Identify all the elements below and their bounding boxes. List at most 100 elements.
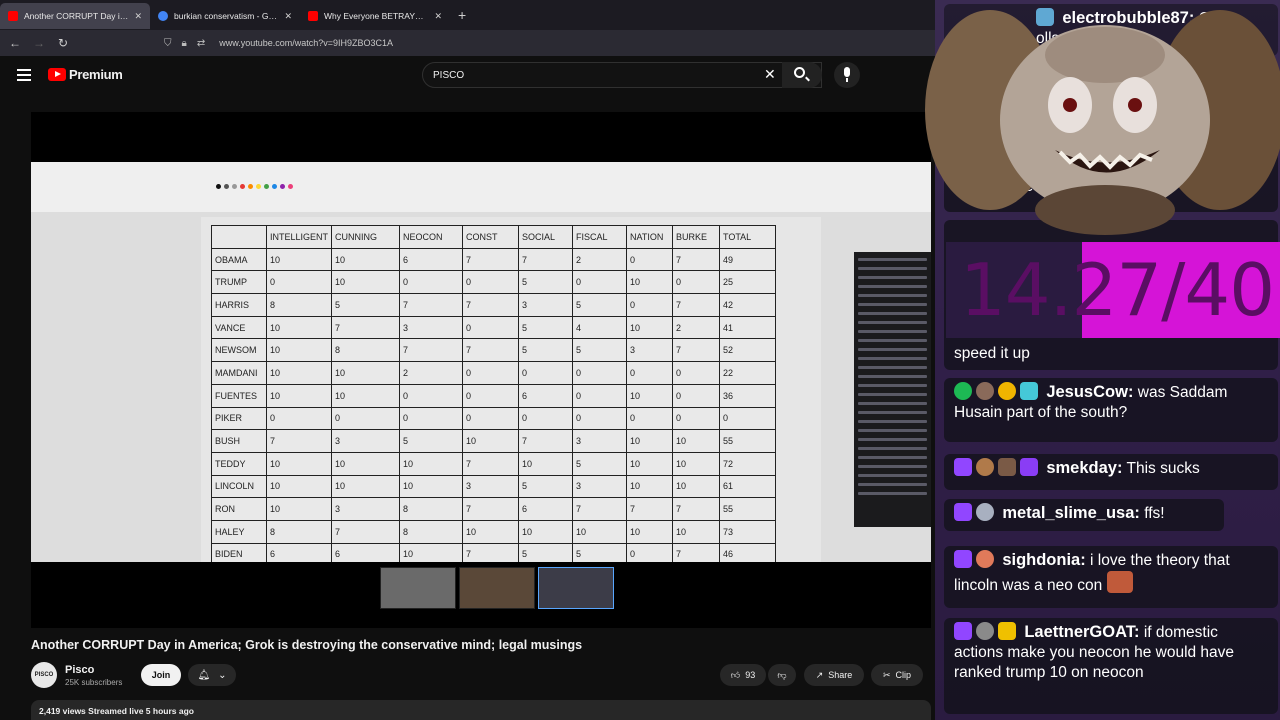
- like-button[interactable]: 👍︎ 93: [720, 664, 766, 686]
- search-button[interactable]: [782, 62, 822, 88]
- table-cell: 0: [462, 270, 520, 295]
- gift-badge-icon: [1020, 382, 1038, 400]
- table-row: LINCOLN 10 10 10 3 5 3 10 10 61: [211, 474, 777, 499]
- table-cell: 10: [626, 429, 674, 453]
- purple-badge-icon: [1020, 458, 1038, 476]
- scene-thumbnail[interactable]: [380, 567, 456, 609]
- chat-message: metal_slime_usa: ffs!: [944, 499, 1224, 531]
- bits-badge-icon: [998, 382, 1016, 400]
- table-cell: 0: [462, 361, 520, 385]
- embedded-chat-thumbnail: [854, 252, 931, 527]
- moth-mascot-icon: [925, 10, 1280, 235]
- table-header-cell: CONST: [462, 225, 520, 249]
- search-icon: [794, 67, 805, 78]
- table-row-label: TRUMP: [211, 270, 267, 295]
- dislike-button[interactable]: 👎︎: [768, 664, 796, 686]
- table-cell: 8: [265, 519, 333, 544]
- ranking-table: INTELLIGENT CUNNING NEOCON CONST SOCIAL FISCA…: [211, 225, 777, 562]
- table-cell: 55: [719, 429, 777, 453]
- table-cell: 3: [572, 474, 628, 499]
- user-avatar-icon: [976, 550, 994, 568]
- permissions-icon[interactable]: ⇄: [197, 38, 205, 49]
- table-cell: 0: [399, 383, 464, 408]
- table-cell: 0: [672, 270, 721, 295]
- tab-close-icon[interactable]: ✕: [134, 11, 142, 22]
- video-player[interactable]: INTELLIGENT CUNNING NEOCON CONST SOCIAL FISCA…: [31, 112, 931, 628]
- google-favicon-icon: [158, 11, 168, 21]
- menu-icon[interactable]: [17, 69, 31, 81]
- progress-counter: 14.27/40: [946, 242, 1280, 338]
- user-badge-icon: [998, 458, 1016, 476]
- table-cell: 0: [331, 406, 401, 431]
- browser-tab-active[interactable]: Another CORRUPT Day in A ✕: [0, 3, 150, 29]
- video-title: Another CORRUPT Day in America; Grok is …: [31, 638, 583, 652]
- notification-bell-button[interactable]: 🔔︎ ⌄: [188, 664, 236, 686]
- tab-title: Another CORRUPT Day in A: [24, 11, 129, 21]
- channel-avatar[interactable]: PISCO: [31, 662, 57, 688]
- shield-icon[interactable]: ⛉: [164, 38, 172, 49]
- bits-badge-icon: [998, 622, 1016, 640]
- table-cell: 10: [672, 451, 721, 476]
- table-cell: 10: [626, 315, 674, 340]
- bell-icon: 🔔︎: [197, 669, 211, 681]
- table-cell: 0: [626, 542, 674, 562]
- table-cell: 2: [399, 361, 464, 385]
- table-cell: 0: [265, 406, 333, 431]
- table-cell: 5: [399, 429, 464, 453]
- table-cell: 10: [265, 361, 333, 385]
- new-tab-button[interactable]: +: [450, 7, 474, 23]
- table-cell: 8: [265, 293, 333, 317]
- browser-tab-bar: Another CORRUPT Day in A ✕ burkian conse…: [0, 0, 935, 30]
- youtube-logo[interactable]: Premium: [48, 67, 123, 82]
- table-cell: 10: [265, 338, 333, 363]
- chat-text: ffs!: [1144, 505, 1165, 522]
- table-cell: 46: [719, 542, 777, 562]
- table-row-label: FUENTES: [211, 383, 267, 408]
- forward-arrow-icon[interactable]: →: [32, 36, 46, 50]
- table-header-cell: TOTAL: [719, 225, 777, 249]
- table-header-cell: NATION: [626, 225, 674, 249]
- table-cell: 6: [518, 497, 574, 521]
- channel-name[interactable]: Pisco: [65, 664, 94, 676]
- back-arrow-icon[interactable]: ←: [8, 36, 22, 50]
- browser-tab-youtube[interactable]: Why Everyone BETRAYS Destiny ✕: [300, 3, 450, 29]
- chat-message: LaettnerGOAT: if domestic actions make y…: [944, 618, 1278, 714]
- scene-thumbnail[interactable]: [538, 567, 614, 609]
- table-header-cell: [211, 225, 267, 249]
- table-cell: 0: [572, 406, 628, 431]
- table-row-label: TEDDY: [211, 451, 267, 476]
- url-bar[interactable]: www.youtube.com/watch?v=9IH9ZBO3C1A: [219, 38, 393, 48]
- clip-button[interactable]: ✂ Clip: [871, 664, 923, 686]
- table-cell: 41: [719, 315, 777, 340]
- lock-icon[interactable]: 🔒︎: [182, 38, 187, 49]
- search-input[interactable]: [423, 63, 743, 87]
- voice-search-button[interactable]: [834, 62, 860, 88]
- table-cell: 7: [672, 293, 721, 317]
- reload-icon[interactable]: ↻: [56, 36, 70, 50]
- join-button[interactable]: Join: [141, 664, 181, 686]
- scene-thumbnail[interactable]: [459, 567, 535, 609]
- table-row: NEWSOM 10 8 7 7 5 5 3 7 52: [211, 338, 777, 363]
- twitch-badge-icon: [954, 550, 972, 568]
- user-avatar-icon: [976, 458, 994, 476]
- table-cell: 10: [265, 247, 333, 272]
- thumbs-down-icon: 👎︎: [777, 669, 787, 680]
- table-row: BUSH 7 3 5 10 7 3 10 10 55: [211, 429, 777, 453]
- chevron-down-icon: ⌄: [218, 669, 227, 681]
- tab-title: Why Everyone BETRAYS Destiny: [324, 11, 428, 21]
- table-cell: 73: [719, 519, 777, 544]
- chat-message: JesusCow: was Saddam Husain part of the …: [944, 378, 1278, 442]
- table-cell: 10: [399, 542, 464, 562]
- table-cell: 7: [672, 542, 721, 562]
- table-cell: 5: [572, 293, 628, 317]
- table-cell: 0: [462, 315, 520, 340]
- tab-title: burkian conservatism - Google: [174, 11, 279, 21]
- table-cell: 10: [672, 474, 721, 499]
- table-cell: 5: [518, 474, 574, 499]
- share-button[interactable]: ↗ Share: [804, 664, 864, 686]
- chat-text: speed it up: [954, 345, 1030, 362]
- clear-search-icon[interactable]: ✕: [764, 66, 776, 83]
- tab-close-icon[interactable]: ✕: [284, 11, 292, 22]
- tab-close-icon[interactable]: ✕: [434, 11, 442, 22]
- browser-tab-google[interactable]: burkian conservatism - Google ✕: [150, 3, 300, 29]
